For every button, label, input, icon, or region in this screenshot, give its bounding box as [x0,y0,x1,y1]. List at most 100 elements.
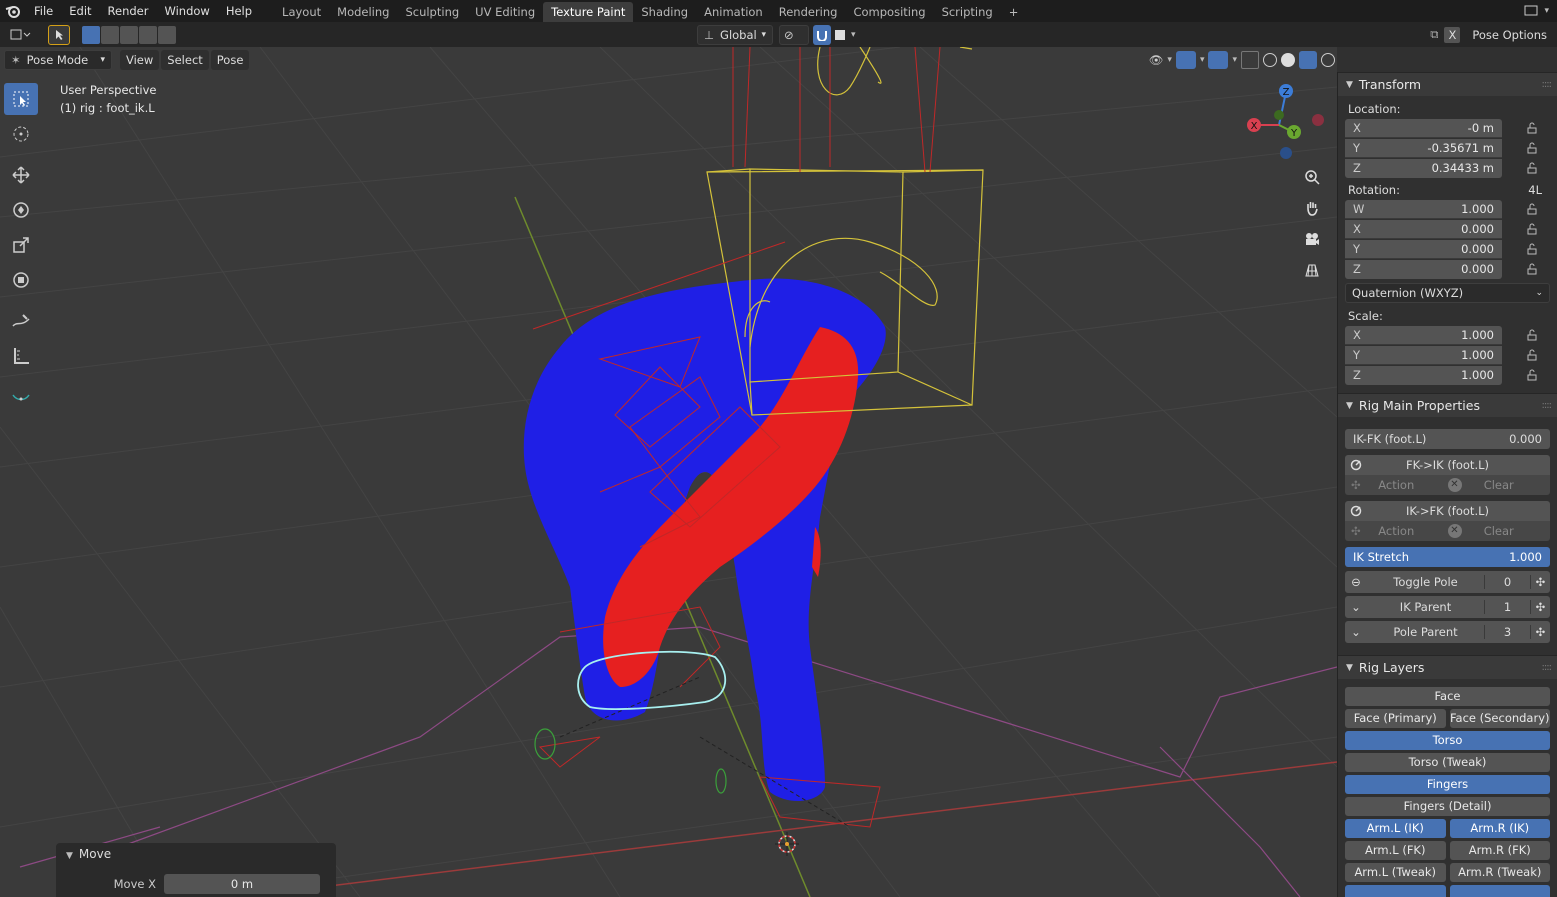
drag-grip-icon[interactable]: :::: [1542,400,1553,411]
pivot-dropdown[interactable]: ⊘ [779,24,809,45]
tab-animation[interactable]: Animation [696,2,771,22]
xray-toggle-icon[interactable] [1241,51,1259,69]
orientation-dropdown[interactable]: ⊥ Global ▾ [697,24,773,45]
menu-file[interactable]: File [26,0,61,22]
location-y-field[interactable]: Y -0.35671 m [1345,138,1502,158]
tab-shading[interactable]: Shading [633,2,696,22]
pan-hand-icon[interactable] [1298,194,1326,222]
layer-face-primary-button[interactable]: Face (Primary) [1345,709,1446,728]
select-mode-invert-icon[interactable] [139,25,157,44]
ik-stretch-slider[interactable]: IK Stretch 1.000 [1345,547,1550,567]
mirror-icon[interactable]: ⧉ [1430,27,1438,42]
layer-face-button[interactable]: Face [1345,687,1550,706]
material-shading-icon[interactable] [1299,51,1317,69]
tab-modeling[interactable]: Modeling [329,2,397,22]
chevron-down-icon[interactable]: ▾ [851,30,856,40]
annotate-tool-icon[interactable] [4,305,38,337]
ortho-grid-icon[interactable] [1298,256,1326,284]
rotation-mode-dropdown[interactable]: Quaternion (WXYZ) ⌄ [1345,283,1550,303]
select-mode-extend-icon[interactable] [101,25,119,44]
select-box-tool-icon[interactable] [4,83,38,115]
select-mode-new-icon[interactable] [82,25,100,44]
layer-arm-l-ik-button[interactable]: Arm.L (IK) [1345,819,1446,838]
cursor-tool-icon[interactable] [4,118,38,150]
lock-icon[interactable] [1522,329,1542,341]
lock-icon[interactable] [1522,263,1542,275]
layer-face-secondary-button[interactable]: Face (Secondary) [1449,709,1550,728]
layer-fingers-detail-button[interactable]: Fingers (Detail) [1345,797,1550,816]
ik-parent-value[interactable]: 1 [1484,600,1530,614]
chevron-down-icon[interactable]: ▾ [1232,55,1237,65]
menu-render[interactable]: Render [100,0,157,22]
lock-icon[interactable] [1522,223,1542,235]
pose-options-button[interactable]: Pose Options [1466,28,1553,42]
rotation-x-field[interactable]: X 0.000 [1345,219,1502,239]
editor-type-button[interactable] [4,25,38,45]
solid-shading-icon[interactable] [1281,53,1295,67]
camera-view-icon[interactable] [1298,225,1326,253]
x-mirror-toggle[interactable]: X [1444,26,1461,43]
mode-dropdown[interactable]: ✶ Pose Mode ▾ [4,50,112,70]
scale-x-field[interactable]: X 1.000 [1345,325,1502,345]
location-z-field[interactable]: Z 0.34433 m [1345,158,1502,178]
layer-arm-r-fk-button[interactable]: Arm.R (FK) [1449,841,1550,860]
scale-z-field[interactable]: Z 1.000 [1345,365,1502,385]
lock-icon[interactable] [1522,243,1542,255]
ik-parent-row[interactable]: ⌄ IK Parent 1 ✣ [1345,596,1550,618]
tab-uv-editing[interactable]: UV Editing [467,2,543,22]
chevron-down-icon[interactable]: ▾ [1167,55,1172,65]
select-mode-subtract-icon[interactable] [120,25,138,44]
toggle-pole-value[interactable]: 0 [1484,575,1530,589]
keyframe-icon[interactable]: ✣ [1530,625,1550,639]
lock-icon[interactable] [1522,203,1542,215]
action-button[interactable]: ✣ Action [1345,475,1448,495]
fk-to-ik-button[interactable]: FK->IK (foot.L) [1345,455,1550,475]
snap-element-icon[interactable] [833,25,847,45]
transform-tool-icon[interactable] [4,264,38,296]
navigation-gizmo[interactable]: Z Y X [1236,77,1336,167]
layer-fingers-button[interactable]: Fingers [1345,775,1550,794]
lock-icon[interactable] [1522,122,1542,134]
chevron-down-icon[interactable]: ▾ [1544,6,1549,16]
ikfk-slider[interactable]: IK-FK (foot.L) 0.000 [1345,429,1550,449]
tab-layout[interactable]: Layout [274,2,329,22]
rendered-shading-icon[interactable] [1321,53,1335,67]
transform-panel-header[interactable]: ▼ Transform :::: [1338,72,1557,96]
snap-toggle-icon[interactable] [813,24,831,45]
relax-tool-icon[interactable] [4,381,38,413]
keyframe-icon[interactable]: ✣ [1530,575,1550,589]
menu-edit[interactable]: Edit [61,0,99,22]
pole-parent-row[interactable]: ⌄ Pole Parent 3 ✣ [1345,621,1550,643]
rotation-y-field[interactable]: Y 0.000 [1345,239,1502,259]
menu-help[interactable]: Help [218,0,260,22]
toggle-pole-row[interactable]: ⊖ Toggle Pole 0 ✣ [1345,571,1550,593]
tab-scripting[interactable]: Scripting [934,2,1001,22]
move-x-field[interactable]: 0 m [164,874,320,894]
rotation-w-field[interactable]: W 1.000 [1345,199,1502,219]
last-operator-header[interactable]: ▼ Move [56,843,336,865]
zoom-icon[interactable] [1298,163,1326,191]
wireframe-shading-icon[interactable] [1263,53,1277,67]
scale-tool-icon[interactable] [4,229,38,261]
layer-torso-tweak-button[interactable]: Torso (Tweak) [1345,753,1550,772]
location-x-field[interactable]: X -0 m [1345,118,1502,138]
lock-icon[interactable] [1522,349,1542,361]
menu-select[interactable]: Select [161,50,209,70]
tab-rendering[interactable]: Rendering [771,2,846,22]
lock-icon[interactable] [1522,162,1542,174]
rotation-4l-toggle[interactable]: 4L [1528,181,1550,199]
lock-icon[interactable] [1522,369,1542,381]
visibility-icon[interactable]: 👁︎ [1149,53,1164,67]
rotation-z-field[interactable]: Z 0.000 [1345,259,1502,279]
menu-window[interactable]: Window [156,0,217,22]
measure-tool-icon[interactable] [4,340,38,372]
menu-view[interactable]: View [120,50,160,70]
layer-leg-l-ik-button[interactable] [1345,885,1446,897]
overlay-toggle-icon[interactable] [1208,51,1229,69]
scene-icon[interactable] [1524,3,1538,20]
ik-to-fk-button[interactable]: IK->FK (foot.L) [1345,501,1550,521]
select-mode-intersect-icon[interactable] [158,25,176,44]
layer-arm-r-tweak-button[interactable]: Arm.R (Tweak) [1449,863,1550,882]
move-tool-icon[interactable] [4,159,38,191]
add-workspace-button[interactable]: + [1001,2,1021,22]
